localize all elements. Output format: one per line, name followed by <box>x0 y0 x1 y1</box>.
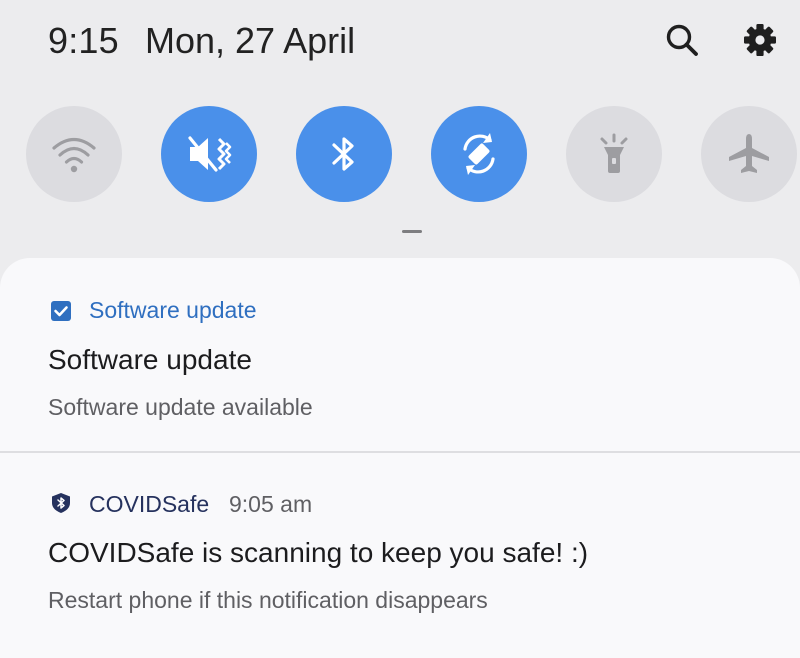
notification-software-update[interactable]: Software update Software update Software… <box>0 258 800 451</box>
tile-vibrate[interactable] <box>161 106 257 202</box>
shield-bluetooth-icon <box>52 493 70 513</box>
date: Mon, 27 April <box>145 20 356 61</box>
settings-button[interactable] <box>740 20 780 60</box>
notification-app-name: COVIDSafe <box>89 491 210 517</box>
checkbox-icon <box>51 301 71 321</box>
panel-drag-handle[interactable] <box>402 230 422 233</box>
wifi-icon <box>52 137 96 173</box>
bluetooth-icon <box>332 137 354 171</box>
status-bar: 9:15 Mon, 27 April <box>0 0 800 86</box>
tile-bluetooth[interactable] <box>296 106 392 202</box>
vibrate-icon <box>188 136 232 172</box>
notification-title: COVIDSafe is scanning to keep you safe! … <box>48 537 589 568</box>
flashlight-icon <box>600 133 628 173</box>
search-icon <box>666 24 698 56</box>
notification-app-name: Software update <box>89 297 257 323</box>
quick-settings-tiles <box>0 106 800 202</box>
notification-body: Restart phone if this notification disap… <box>48 587 488 613</box>
tile-auto-rotate[interactable] <box>431 106 527 202</box>
tile-flashlight[interactable] <box>566 106 662 202</box>
tile-airplane-mode[interactable] <box>701 106 797 202</box>
notification-body: Software update available <box>48 394 313 420</box>
settings-gear-icon <box>744 24 776 56</box>
search-button[interactable] <box>662 20 702 60</box>
tile-wifi[interactable] <box>26 106 122 202</box>
notification-covidsafe[interactable]: COVIDSafe 9:05 am COVIDSafe is scanning … <box>0 453 800 645</box>
clock: 9:15 <box>48 20 119 61</box>
notification-title: Software update <box>48 344 252 375</box>
notification-time: 9:05 am <box>229 491 313 517</box>
airplane-mode-icon <box>729 134 769 173</box>
auto-rotate-icon <box>463 133 495 175</box>
